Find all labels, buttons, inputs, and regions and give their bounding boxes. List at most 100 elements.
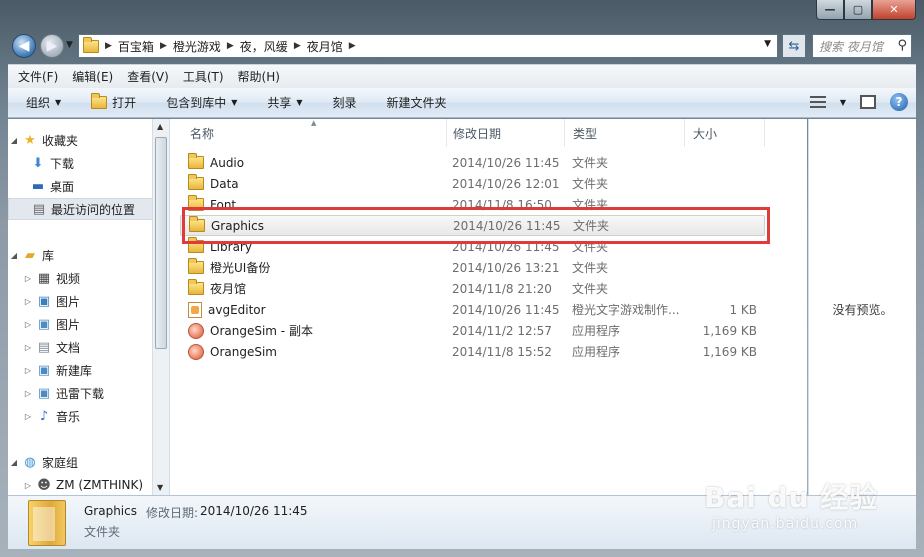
column-header-name[interactable]: 名称	[182, 119, 447, 147]
column-header-label: 大小	[693, 126, 718, 141]
file-row[interactable]: 夜月馆 2014/11/8 21:20 文件夹	[180, 278, 765, 299]
file-date: 2014/10/26 11:45	[452, 302, 560, 317]
column-header-date[interactable]: 修改日期	[445, 119, 565, 147]
file-type: 橙光文字游戏制作...	[572, 303, 680, 317]
address-history-dropdown-icon[interactable]: ▼	[764, 39, 771, 49]
maximize-button[interactable]: ▢	[844, 0, 872, 20]
file-row[interactable]: OrangeSim - 副本 2014/11/2 12:57 应用程序 1,16…	[180, 320, 765, 341]
large-folder-icon	[28, 500, 66, 546]
expand-arrow-icon[interactable]: ▷	[22, 389, 34, 398]
recent-pages-dropdown[interactable]: ▼	[66, 40, 73, 50]
navigation-scrollbar[interactable]: ▲ ▼	[152, 119, 169, 495]
breadcrumb-item[interactable]: 百宝箱	[118, 38, 154, 55]
burn-button[interactable]: 刻录	[333, 94, 357, 111]
breadcrumb-item[interactable]: 夜，风缓	[240, 38, 288, 55]
file-name: OrangeSim - 副本	[210, 324, 313, 338]
highlight-annotation-box	[182, 207, 770, 244]
nav-item-recent-places[interactable]: ▤ 最近访问的位置	[8, 198, 153, 220]
expand-arrow-icon[interactable]: ▷	[22, 412, 34, 421]
column-header-type[interactable]: 类型	[565, 119, 685, 147]
breadcrumb-separator-icon[interactable]: ▶	[227, 41, 234, 51]
include-in-library-button[interactable]: 包含到库中 ▼	[166, 94, 237, 111]
file-date: 2014/10/26 11:45	[452, 155, 560, 170]
breadcrumb-item[interactable]: 橙光游戏	[173, 38, 221, 55]
back-button[interactable]: ◀	[12, 34, 36, 58]
help-icon[interactable]: ?	[890, 93, 908, 111]
file-row[interactable]: OrangeSim 2014/11/8 15:52 应用程序 1,169 KB	[180, 341, 765, 362]
open-button[interactable]: 打开	[91, 93, 136, 111]
expand-arrow-icon[interactable]: ▷	[22, 481, 34, 490]
breadcrumb-separator-icon[interactable]: ▶	[349, 41, 356, 51]
preview-pane-icon[interactable]	[860, 95, 876, 109]
chevron-down-icon: ▼	[296, 98, 303, 107]
view-options-icon[interactable]	[809, 96, 826, 108]
collapse-arrow-icon[interactable]: ◢	[8, 458, 20, 467]
nav-homegroup-label: 家庭组	[42, 455, 79, 470]
organize-button[interactable]: 组织 ▼	[26, 94, 61, 111]
nav-item-documents[interactable]: ▷ ▤ 文档	[8, 336, 153, 358]
address-bar[interactable]: ▶ 百宝箱 ▶ 橙光游戏 ▶ 夜，风缓 ▶ 夜月馆 ▶ ▼	[78, 34, 778, 58]
breadcrumb-separator-icon[interactable]: ▶	[160, 41, 167, 51]
breadcrumb-separator-icon[interactable]: ▶	[105, 41, 112, 51]
expand-arrow-icon[interactable]: ▷	[22, 320, 34, 329]
file-row[interactable]: 橙光UI备份 2014/10/26 13:21 文件夹	[180, 257, 765, 278]
new-folder-button[interactable]: 新建文件夹	[387, 94, 447, 111]
file-row[interactable]: Audio 2014/10/26 11:45 文件夹	[180, 152, 765, 173]
nav-item-thunder-downloads[interactable]: ▷ ▣ 迅雷下载	[8, 382, 153, 404]
navigation-pane: ◢ ★ 收藏夹 ⬇ 下载 ▬ 桌面 ▤ 最近访问的位置 ◢ ▰ 库 ▷ ▦ 视频…	[8, 119, 170, 495]
share-button[interactable]: 共享 ▼	[267, 94, 302, 111]
nav-favorites[interactable]: ◢ ★ 收藏夹	[8, 129, 153, 151]
expand-arrow-icon[interactable]: ▷	[22, 297, 34, 306]
nav-item-videos[interactable]: ▷ ▦ 视频	[8, 267, 153, 289]
breadcrumb-separator-icon[interactable]: ▶	[294, 41, 301, 51]
app-icon	[188, 343, 204, 360]
collapse-arrow-icon[interactable]: ◢	[8, 251, 20, 260]
collapse-arrow-icon[interactable]: ◢	[8, 136, 20, 145]
menu-edit[interactable]: 编辑(E)	[72, 68, 113, 85]
file-name: Data	[210, 176, 239, 191]
arrow-left-icon: ◀	[18, 38, 30, 54]
scroll-down-icon[interactable]: ▼	[157, 483, 163, 492]
details-name: Graphics	[84, 504, 137, 518]
scroll-up-icon[interactable]: ▲	[157, 122, 163, 131]
nav-libraries[interactable]: ◢ ▰ 库	[8, 244, 153, 266]
close-button[interactable]: ✕	[872, 0, 916, 20]
minimize-button[interactable]: —	[816, 0, 844, 20]
file-type: 应用程序	[572, 324, 621, 338]
menu-help[interactable]: 帮助(H)	[238, 68, 280, 85]
nav-item-downloads[interactable]: ⬇ 下载	[8, 152, 153, 174]
file-row[interactable]: Data 2014/10/26 12:01 文件夹	[180, 173, 765, 194]
nav-item-pictures-2[interactable]: ▷ ▣ 图片	[8, 313, 153, 335]
nav-item-pictures[interactable]: ▷ ▣ 图片	[8, 290, 153, 312]
nav-item-new-library[interactable]: ▷ ▣ 新建库	[8, 359, 153, 381]
breadcrumb-item[interactable]: 夜月馆	[307, 38, 343, 55]
nav-item-label: 图片	[56, 294, 81, 309]
refresh-icon: ⇆	[788, 38, 800, 54]
column-header-size[interactable]: 大小	[685, 119, 765, 147]
nav-item-music[interactable]: ▷ ♪ 音乐	[8, 405, 153, 427]
expand-arrow-icon[interactable]: ▷	[22, 343, 34, 352]
refresh-button[interactable]: ⇆	[782, 34, 806, 58]
chevron-down-icon[interactable]: ▼	[840, 98, 846, 107]
search-input[interactable]: 搜索 夜月馆 ⚲	[812, 34, 912, 58]
nav-item-label: ZM (ZMTHINK)	[56, 478, 144, 492]
expand-arrow-icon[interactable]: ▷	[22, 274, 34, 283]
scrollbar-thumb[interactable]	[155, 137, 167, 349]
nav-homegroup[interactable]: ◢ ◍ 家庭组	[8, 451, 153, 473]
menu-file[interactable]: 文件(F)	[18, 68, 58, 85]
nav-item-desktop[interactable]: ▬ 桌面	[8, 175, 153, 197]
menu-tools[interactable]: 工具(T)	[183, 68, 224, 85]
library-icon: ▣	[37, 362, 51, 378]
menu-view[interactable]: 查看(V)	[127, 68, 169, 85]
share-label: 共享	[267, 96, 292, 110]
expand-arrow-icon[interactable]: ▷	[22, 366, 34, 375]
search-icon[interactable]: ⚲	[897, 38, 907, 53]
column-header-label: 类型	[573, 126, 598, 141]
file-name: 夜月馆	[210, 282, 247, 296]
forward-button[interactable]: ▶	[40, 34, 64, 58]
desktop-icon: ▬	[31, 178, 45, 194]
file-row[interactable]: avgEditor 2014/10/26 11:45 橙光文字游戏制作... 1…	[180, 299, 765, 320]
nav-item-homegroup-user[interactable]: ▷ ☻ ZM (ZMTHINK)	[8, 474, 153, 495]
file-list: ▲ 名称 修改日期 类型 大小 Audio 2014/10/26 11:45 文…	[170, 119, 807, 495]
no-preview-message: 没有预览。	[832, 303, 893, 317]
